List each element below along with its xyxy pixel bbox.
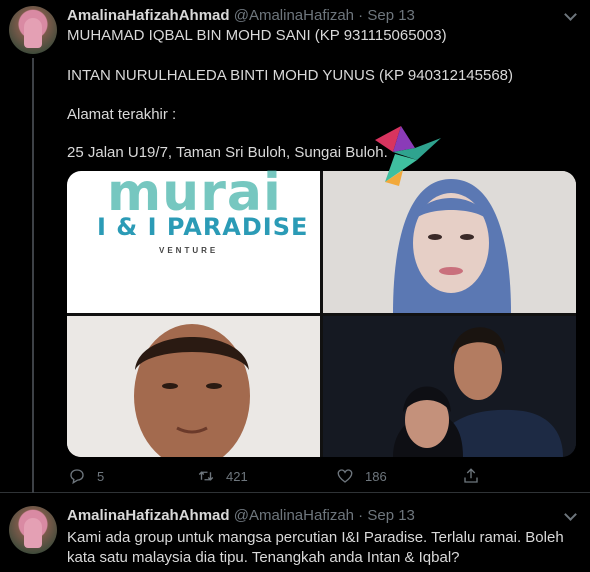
chevron-down-icon[interactable] <box>564 510 576 522</box>
share-button[interactable] <box>462 466 491 486</box>
tweet-date[interactable]: Sep 13 <box>367 507 415 524</box>
media-image-portrait-woman[interactable] <box>323 171 576 313</box>
retweet-count: 421 <box>226 468 248 484</box>
tweet-header: AmalinaHafizahAhmad @AmalinaHafizah · Se… <box>67 507 415 524</box>
tweet-text-line: INTAN NURULHALEDA BINTI MOHD YUNUS (KP 9… <box>67 67 513 84</box>
user-handle[interactable]: @AmalinaHafizah <box>234 507 354 524</box>
tweet-date[interactable]: Sep 13 <box>367 7 415 24</box>
tweet[interactable]: AmalinaHafizahAhmad @AmalinaHafizah · Se… <box>0 0 590 493</box>
chevron-down-icon[interactable] <box>564 10 576 22</box>
like-count: 186 <box>365 468 387 484</box>
tweet-header: AmalinaHafizahAhmad @AmalinaHafizah · Se… <box>67 7 415 24</box>
reply-count: 5 <box>97 468 105 484</box>
thread-connector <box>32 58 34 493</box>
tweet-text: Kami ada group untuk mangsa percutian I&… <box>67 529 564 566</box>
media-image-logo[interactable]: I & I PARADISE VENTURE <box>67 171 320 313</box>
media-image-couple[interactable] <box>323 316 576 457</box>
media-grid: I & I PARADISE VENTURE <box>67 171 576 457</box>
display-name[interactable]: AmalinaHafizahAhmad <box>67 507 230 524</box>
reply-button[interactable]: 5 <box>68 466 104 486</box>
media-image-portrait-man[interactable] <box>67 316 320 457</box>
separator-dot: · <box>358 7 364 24</box>
brand-logo-subtext: VENTURE <box>159 246 219 255</box>
tweet-text-line: MUHAMAD IQBAL BIN MOHD SANI (KP 93111506… <box>67 27 447 44</box>
retweet-icon <box>198 471 214 481</box>
tweet-text-line: 25 Jalan U19/7, Taman Sri Buloh, Sungai … <box>67 144 388 161</box>
avatar[interactable] <box>9 6 57 54</box>
share-icon <box>464 468 478 483</box>
heart-icon <box>337 469 353 483</box>
user-handle[interactable]: @AmalinaHafizah <box>234 7 354 24</box>
like-button[interactable]: 186 <box>336 466 387 486</box>
separator-dot: · <box>358 507 364 524</box>
tweet-text-line: Alamat terakhir : <box>67 106 177 123</box>
reply-icon <box>70 469 84 485</box>
retweet-button[interactable]: 421 <box>197 466 248 486</box>
tweet[interactable]: AmalinaHafizahAhmad @AmalinaHafizah · Se… <box>0 493 590 572</box>
avatar[interactable] <box>9 506 57 554</box>
display-name[interactable]: AmalinaHafizahAhmad <box>67 7 230 24</box>
brand-logo-text: I & I PARADISE <box>97 213 309 241</box>
